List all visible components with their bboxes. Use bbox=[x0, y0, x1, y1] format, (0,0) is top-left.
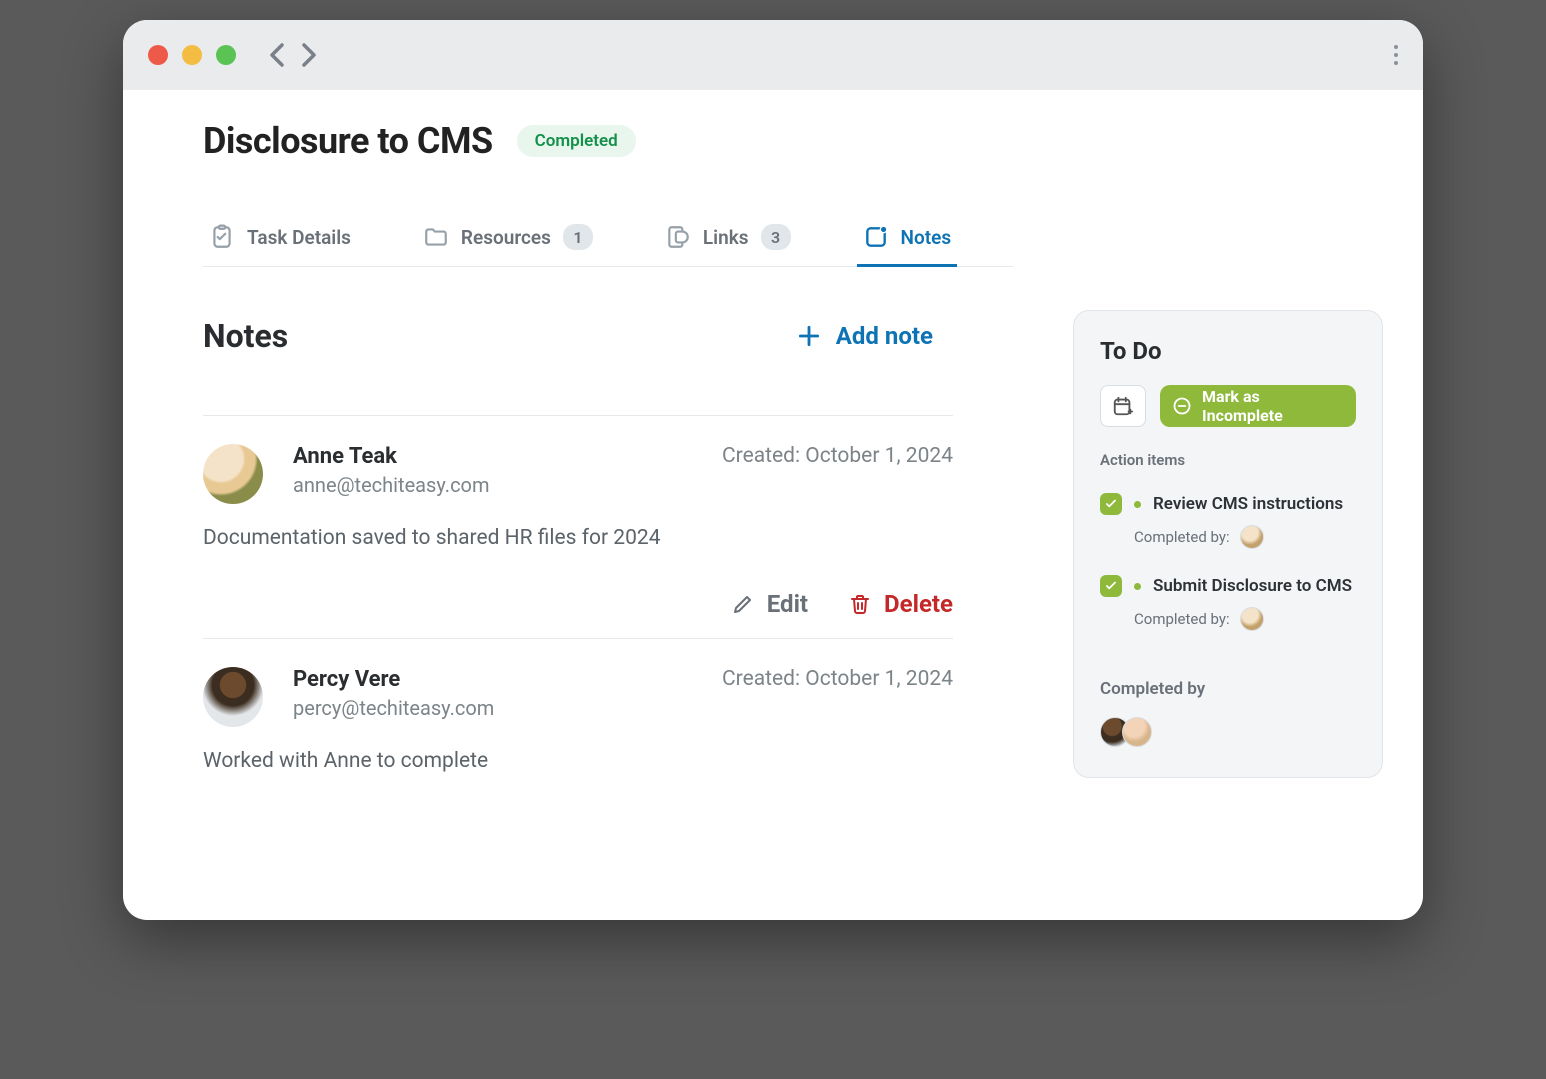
delete-label: Delete bbox=[884, 590, 953, 618]
checkbox-checked[interactable] bbox=[1100, 493, 1122, 515]
tab-label: Notes bbox=[901, 226, 952, 249]
note-body: Documentation saved to shared HR files f… bbox=[203, 526, 953, 550]
minimize-window-button[interactable] bbox=[182, 45, 202, 65]
pencil-icon bbox=[731, 592, 755, 616]
action-item: Submit Disclosure to CMS Completed by: bbox=[1100, 567, 1356, 649]
tab-notes[interactable]: Notes bbox=[857, 212, 958, 266]
calendar-plus-icon bbox=[1112, 395, 1134, 417]
close-window-button[interactable] bbox=[148, 45, 168, 65]
page-header: Disclosure to CMS Completed bbox=[203, 110, 1033, 212]
note-body: Worked with Anne to complete bbox=[203, 749, 953, 773]
maximize-window-button[interactable] bbox=[216, 45, 236, 65]
avatar bbox=[1240, 525, 1264, 549]
avatar bbox=[203, 444, 263, 504]
menu-button[interactable] bbox=[1394, 41, 1398, 69]
add-note-label: Add note bbox=[836, 322, 933, 350]
status-dot-icon bbox=[1134, 501, 1141, 508]
note-author-email: anne@techiteasy.com bbox=[293, 473, 953, 497]
edit-label: Edit bbox=[767, 590, 808, 618]
action-items-label: Action items bbox=[1100, 451, 1356, 469]
tab-links[interactable]: Links 3 bbox=[659, 212, 797, 266]
page-title: Disclosure to CMS bbox=[203, 120, 493, 162]
minus-circle-icon bbox=[1172, 396, 1192, 416]
status-dot-icon bbox=[1134, 583, 1141, 590]
schedule-button[interactable] bbox=[1100, 385, 1146, 427]
tab-bar: Task Details Resources 1 Links 3 bbox=[203, 212, 1013, 267]
plus-icon bbox=[796, 323, 822, 349]
resources-count-badge: 1 bbox=[563, 224, 593, 250]
back-button[interactable] bbox=[264, 39, 290, 71]
attachment-icon bbox=[665, 224, 691, 250]
tab-task-details[interactable]: Task Details bbox=[203, 212, 357, 266]
tab-label: Task Details bbox=[247, 226, 351, 249]
links-count-badge: 3 bbox=[761, 224, 791, 250]
delete-note-button[interactable]: Delete bbox=[848, 590, 953, 618]
window-controls bbox=[148, 45, 236, 65]
nav-arrows bbox=[264, 39, 322, 71]
note-item: Created: October 1, 2024 Percy Vere perc… bbox=[203, 638, 953, 793]
notes-heading: Notes bbox=[203, 317, 288, 355]
action-item-text: Review CMS instructions bbox=[1153, 494, 1343, 514]
edit-note-button[interactable]: Edit bbox=[731, 590, 808, 618]
add-note-button[interactable]: Add note bbox=[796, 322, 933, 350]
note-author-email: percy@techiteasy.com bbox=[293, 696, 953, 720]
todo-heading: To Do bbox=[1100, 337, 1356, 365]
avatar bbox=[203, 667, 263, 727]
avatar bbox=[1240, 607, 1264, 631]
avatar bbox=[1122, 717, 1152, 747]
status-badge: Completed bbox=[517, 125, 636, 157]
completed-by-label: Completed by: bbox=[1134, 610, 1230, 628]
action-item: Review CMS instructions Completed by: bbox=[1100, 485, 1356, 567]
tab-resources[interactable]: Resources 1 bbox=[417, 212, 599, 266]
tab-label: Links bbox=[703, 226, 749, 249]
app-window: Disclosure to CMS Completed Task Details… bbox=[123, 20, 1423, 920]
checkbox-checked[interactable] bbox=[1100, 575, 1122, 597]
notes-icon bbox=[863, 224, 889, 250]
note-created: Created: October 1, 2024 bbox=[722, 444, 953, 468]
trash-icon bbox=[848, 592, 872, 616]
action-item-text: Submit Disclosure to CMS bbox=[1153, 576, 1352, 596]
todo-panel: To Do Mark as Incomplete Action ite bbox=[1073, 310, 1383, 778]
completed-by-label: Completed by: bbox=[1134, 528, 1230, 546]
note-item: Created: October 1, 2024 Anne Teak anne@… bbox=[203, 415, 953, 638]
completed-by-avatars bbox=[1100, 717, 1356, 747]
mark-incomplete-button[interactable]: Mark as Incomplete bbox=[1160, 385, 1356, 427]
forward-button[interactable] bbox=[296, 39, 322, 71]
clipboard-icon bbox=[209, 224, 235, 250]
folder-icon bbox=[423, 224, 449, 250]
note-created: Created: October 1, 2024 bbox=[722, 667, 953, 691]
completed-by-heading: Completed by bbox=[1100, 679, 1356, 699]
tab-label: Resources bbox=[461, 226, 551, 249]
window-titlebar bbox=[123, 20, 1423, 90]
mark-incomplete-label: Mark as Incomplete bbox=[1202, 387, 1344, 425]
